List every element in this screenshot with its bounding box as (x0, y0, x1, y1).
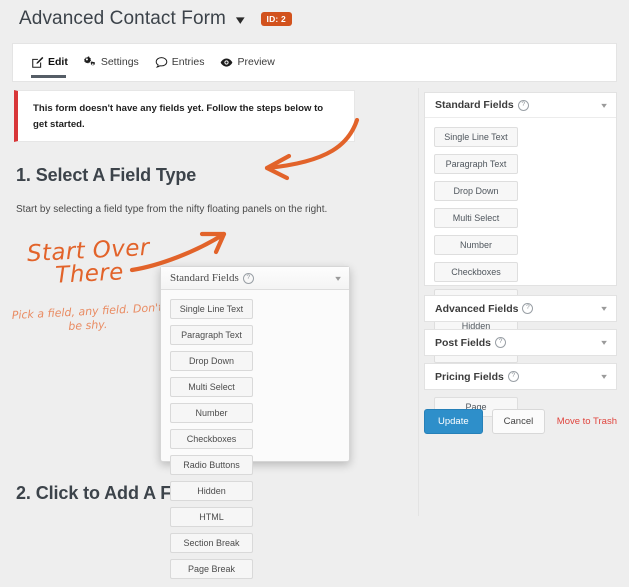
help-circle-icon[interactable]: ? (518, 100, 529, 111)
page-title: Advanced Contact Form (19, 8, 226, 30)
help-circle-icon[interactable]: ? (522, 303, 533, 314)
sidebar-pricing-fields-panel[interactable]: Pricing Fields ? ▾ (424, 363, 617, 390)
field-button[interactable]: Single Line Text (170, 299, 253, 319)
sidebar-advanced-fields-panel[interactable]: Advanced Fields ? ▾ (424, 295, 617, 322)
floating-standard-fields-panel: Standard Fields ? ▾ Single Line Text Par… (160, 266, 350, 462)
move-to-trash-link[interactable]: Move to Trash (557, 416, 617, 427)
sidebar-pricing-fields-title: Pricing Fields (435, 371, 504, 383)
field-button[interactable]: Number (170, 403, 253, 423)
cancel-button[interactable]: Cancel (492, 409, 546, 434)
field-button[interactable]: Single Line Text (434, 127, 518, 147)
chevron-down-icon[interactable]: ▾ (335, 274, 341, 283)
tab-preview-label: Preview (237, 57, 274, 68)
chevron-down-icon[interactable]: ▾ (601, 304, 607, 313)
field-button[interactable]: Multi Select (170, 377, 253, 397)
floating-panel-title: Standard Fields (170, 272, 239, 284)
sidebar-standard-fields-header[interactable]: Standard Fields ? ▾ (425, 93, 616, 118)
help-circle-icon[interactable]: ? (508, 371, 519, 382)
annotation-headline: Start Over There (13, 236, 165, 291)
floating-panel-header[interactable]: Standard Fields ? ▾ (161, 267, 349, 290)
sidebar-standard-fields-panel: Standard Fields ? ▾ Single Line Text Par… (424, 92, 617, 286)
tab-preview[interactable]: Preview (220, 43, 274, 82)
form-id-badge: ID: 2 (261, 12, 292, 27)
step-1-heading: 1. Select A Field Type (16, 165, 196, 186)
field-button[interactable]: HTML (170, 507, 253, 527)
tab-entries-label: Entries (172, 57, 205, 68)
form-actions: Update Cancel Move to Trash (424, 409, 617, 433)
field-button[interactable]: Multi Select (434, 208, 518, 228)
floating-panel-body: Single Line Text Paragraph Text Drop Dow… (161, 290, 349, 587)
field-button[interactable]: Number (434, 235, 518, 255)
sidebar-post-fields-panel[interactable]: Post Fields ? ▾ (424, 329, 617, 356)
floating-panel-field-grid: Single Line Text Paragraph Text Drop Dow… (170, 299, 341, 579)
chevron-down-icon[interactable]: ▾ (601, 338, 607, 347)
help-circle-icon[interactable]: ? (243, 273, 254, 284)
sidebar-advanced-fields-title: Advanced Fields (435, 303, 518, 315)
sidebar-divider (418, 88, 419, 516)
field-button[interactable]: Drop Down (434, 181, 518, 201)
tab-edit-label: Edit (48, 57, 68, 68)
field-button[interactable]: Paragraph Text (170, 325, 253, 345)
form-toolbar: Edit Settings Entries Preview (12, 43, 617, 82)
field-button[interactable]: Radio Buttons (170, 455, 253, 475)
field-button[interactable]: Paragraph Text (434, 154, 518, 174)
pencil-square-icon (31, 56, 44, 69)
field-button[interactable]: Hidden (170, 481, 253, 501)
speech-bubble-icon (155, 56, 168, 69)
help-circle-icon[interactable]: ? (495, 337, 506, 348)
sidebar-standard-fields-title: Standard Fields (435, 99, 514, 111)
annotation-subline: Pick a field, any field. Don't be shy. (9, 301, 165, 337)
field-button[interactable]: Checkboxes (434, 262, 518, 282)
tab-edit[interactable]: Edit (31, 43, 68, 82)
eye-icon (220, 56, 233, 69)
field-button[interactable]: Page Break (170, 559, 253, 579)
tab-entries[interactable]: Entries (155, 43, 205, 82)
chevron-down-icon[interactable]: ▾ (601, 101, 607, 110)
chevron-down-icon[interactable]: ▾ (236, 13, 245, 26)
chevron-down-icon[interactable]: ▾ (601, 372, 607, 381)
gears-icon (84, 56, 97, 69)
empty-form-notice: This form doesn't have any fields yet. F… (14, 90, 355, 142)
field-button[interactable]: Drop Down (170, 351, 253, 371)
tab-settings[interactable]: Settings (84, 43, 139, 82)
page-header: Advanced Contact Form ▾ ID: 2 (0, 0, 629, 38)
field-button[interactable]: Section Break (170, 533, 253, 553)
field-button[interactable]: Checkboxes (170, 429, 253, 449)
sidebar-post-fields-title: Post Fields (435, 337, 491, 349)
tab-settings-label: Settings (101, 57, 139, 68)
update-button[interactable]: Update (424, 409, 483, 434)
step-1-subtext: Start by selecting a field type from the… (16, 204, 416, 215)
empty-form-notice-text: This form doesn't have any fields yet. F… (33, 101, 340, 133)
